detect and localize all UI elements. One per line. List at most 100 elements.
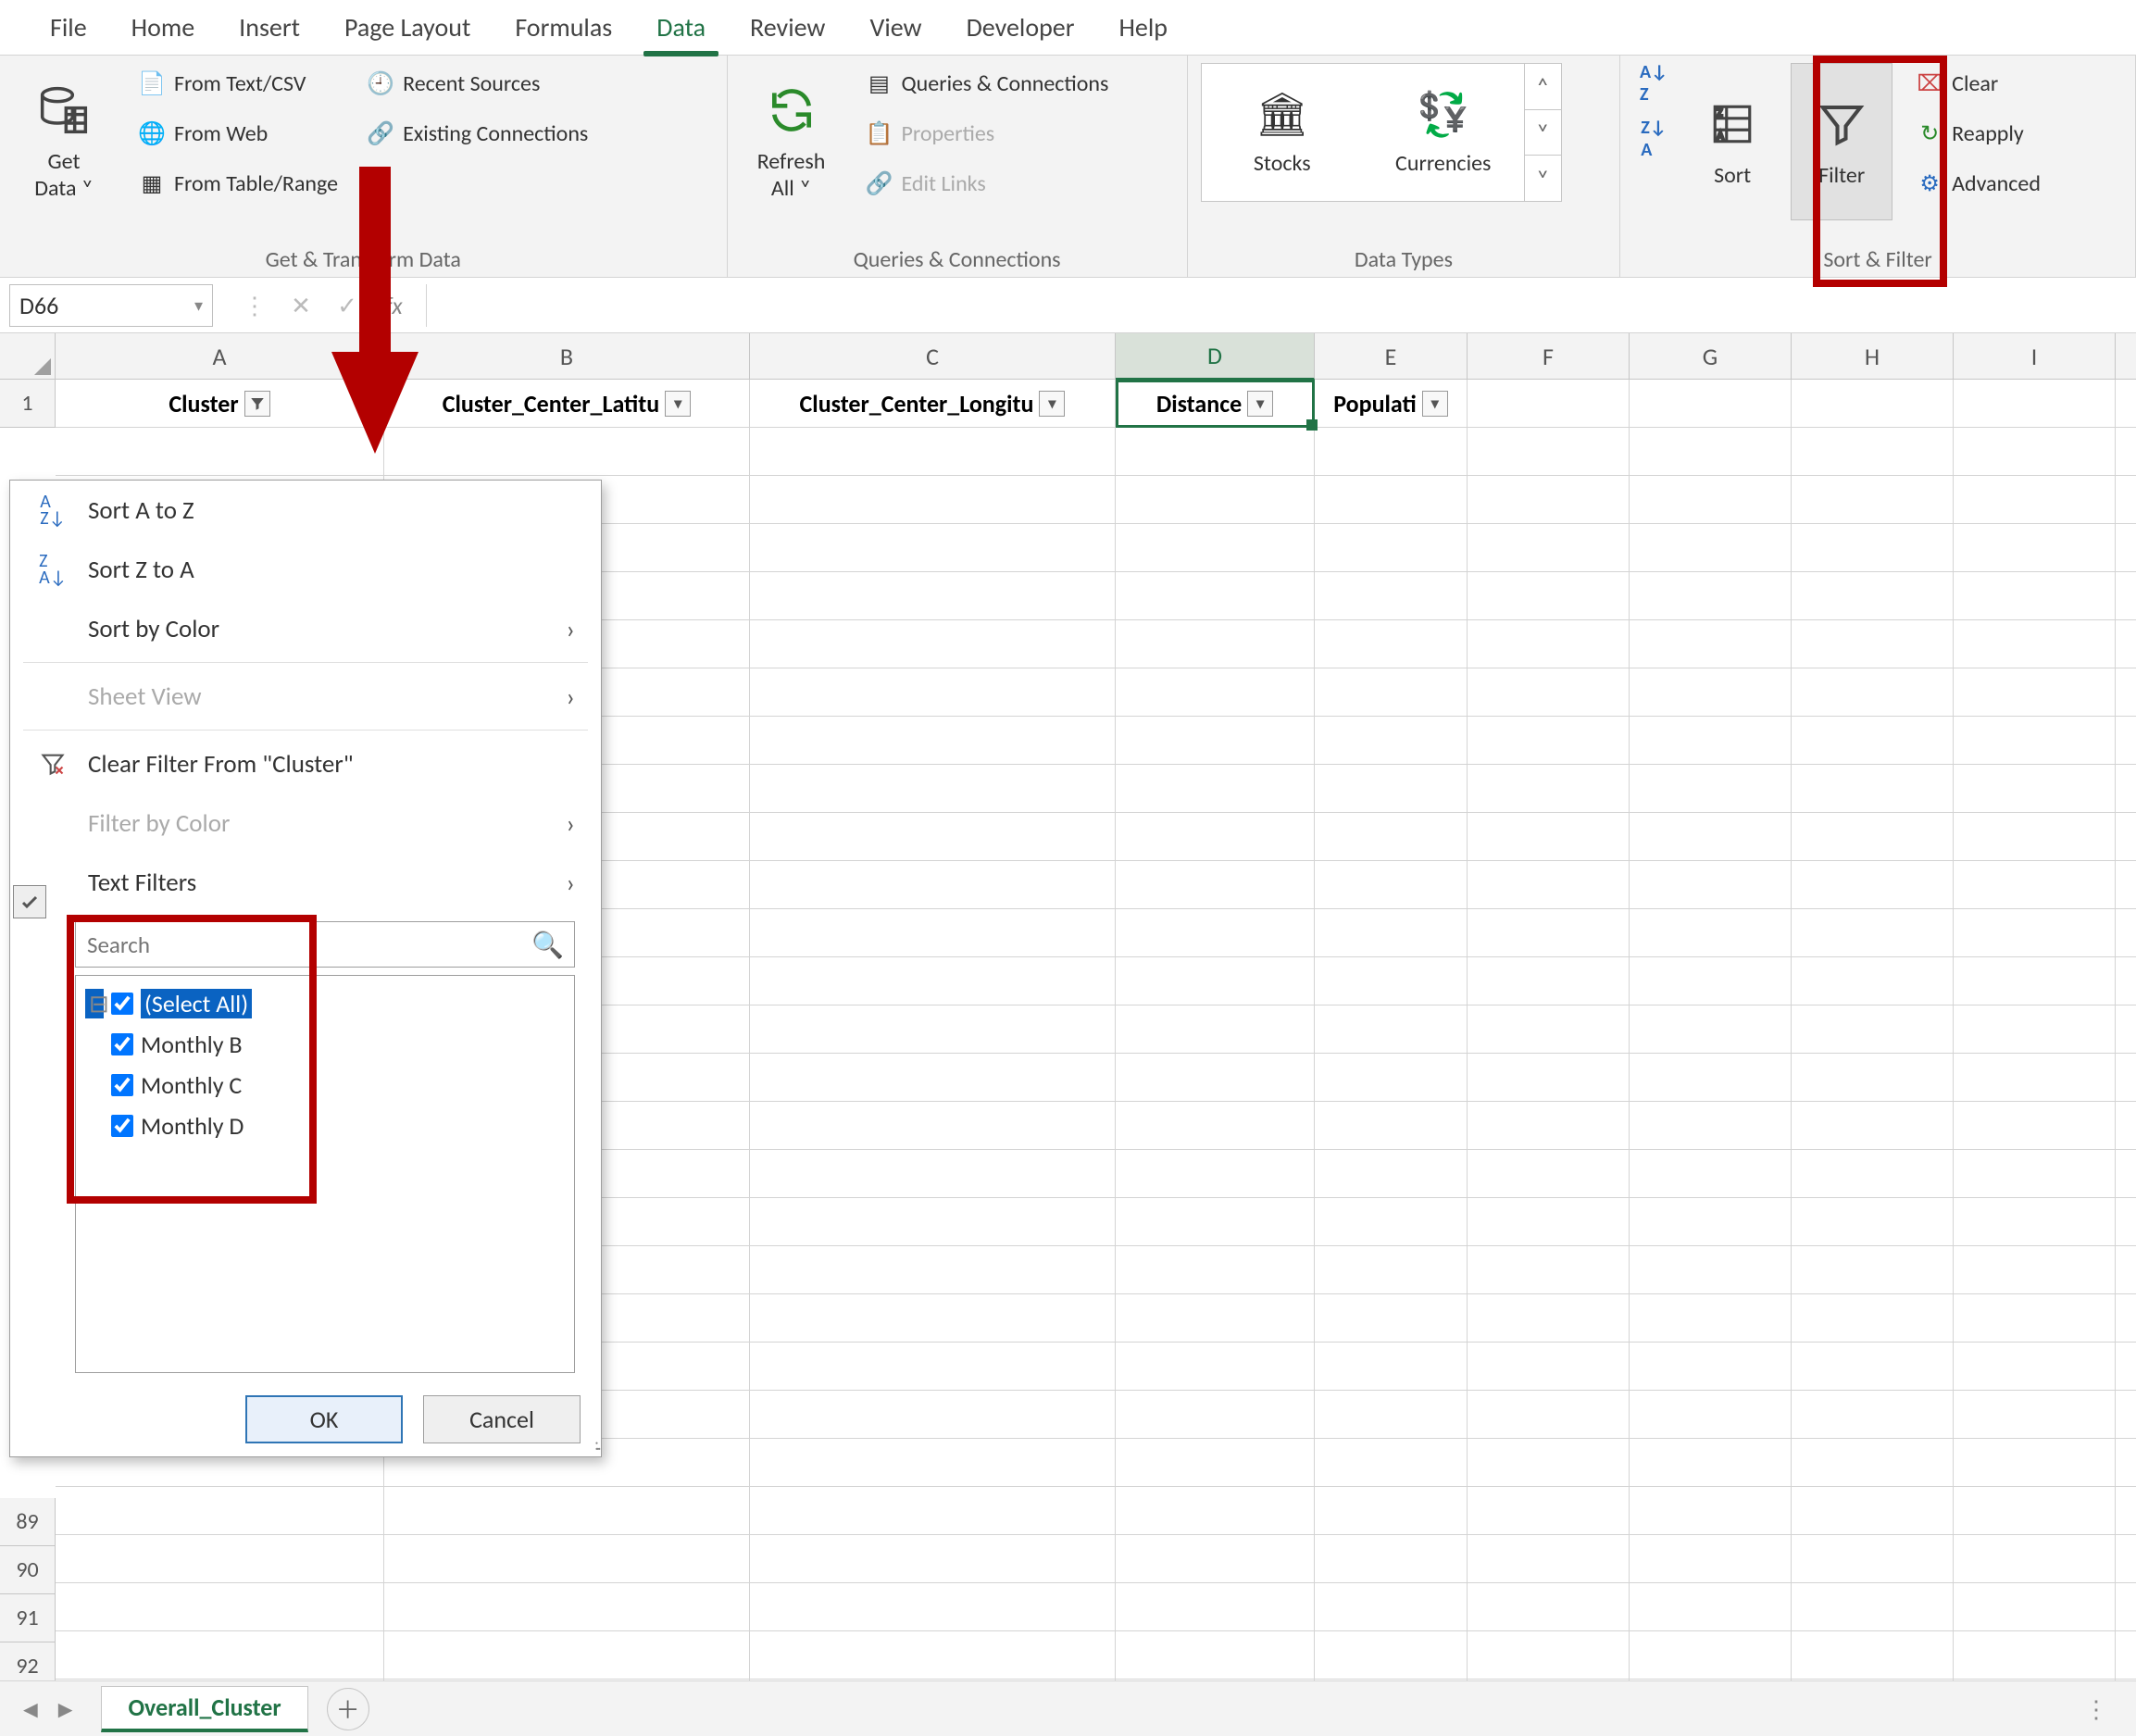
cell[interactable] [1630,909,1792,957]
tab-insert[interactable]: Insert [217,0,322,55]
tab-file[interactable]: File [28,0,109,55]
cell[interactable] [1792,1102,1954,1150]
gallery-scroll[interactable]: ˄ ˅ ˅ [1524,64,1561,201]
cell[interactable] [2116,957,2136,1005]
cell[interactable] [1116,1102,1315,1150]
cell[interactable] [1630,1198,1792,1246]
refresh-all-button[interactable]: RefreshAll ˅ [741,63,843,220]
cell[interactable] [750,957,1116,1005]
recent-sources-button[interactable]: 🕘Recent Sources [360,63,593,104]
cell[interactable] [1792,620,1954,668]
cell[interactable] [1315,957,1468,1005]
cell[interactable] [1116,476,1315,524]
cell[interactable] [1315,668,1468,717]
header-cell-population[interactable]: Populati ▾ [1315,380,1468,428]
cell[interactable] [2116,1439,2136,1487]
name-box[interactable]: D66 ▾ [9,284,213,327]
header-cell-lat[interactable]: Cluster_Center_Latitu ▾ [384,380,750,428]
cell[interactable] [750,813,1116,861]
filter-item-select-all[interactable]: ⊟ (Select All) [85,983,565,1024]
filter-search-input[interactable] [75,921,575,968]
cell[interactable] [1315,1583,1468,1631]
cell[interactable] [1792,1054,1954,1102]
cell[interactable] [1116,1294,1315,1343]
cell[interactable] [1315,909,1468,957]
cell[interactable] [1468,572,1630,620]
formula-input[interactable] [426,284,2136,327]
cell[interactable] [1116,1631,1315,1680]
cell[interactable] [750,1198,1116,1246]
cell[interactable] [1116,1391,1315,1439]
cell[interactable] [1792,813,1954,861]
cell[interactable] [1954,813,2116,861]
cell[interactable] [750,428,1116,476]
cell[interactable] [384,1583,750,1631]
cell[interactable] [1792,1198,1954,1246]
cell[interactable] [1315,524,1468,572]
cell[interactable] [1468,957,1630,1005]
cell[interactable] [1116,620,1315,668]
cell[interactable] [1468,1487,1630,1535]
cell[interactable] [1954,476,2116,524]
cell[interactable] [1630,524,1792,572]
cell[interactable] [2116,717,2136,765]
cell[interactable] [750,1150,1116,1198]
cell[interactable] [1954,1631,2116,1680]
cell[interactable] [1116,1535,1315,1583]
queries-connections-button[interactable]: ▤Queries & Connections [859,63,1115,104]
col-header-a[interactable]: A [56,333,384,380]
cell[interactable] [1630,717,1792,765]
cell[interactable] [1116,1246,1315,1294]
cell[interactable] [1315,620,1468,668]
cell[interactable] [1954,765,2116,813]
cell[interactable] [1468,620,1630,668]
menu-clear-filter[interactable]: Clear Filter From "Cluster" [10,734,601,793]
cell[interactable] [1954,572,2116,620]
cell[interactable] [750,1439,1116,1487]
cell[interactable] [2116,572,2136,620]
cell[interactable] [1630,620,1792,668]
row-header-90[interactable]: 90 [0,1546,56,1594]
cell[interactable] [1792,1294,1954,1343]
ok-button[interactable]: OK [245,1395,403,1443]
cell[interactable] [1116,572,1315,620]
filter-item-monthly-b[interactable]: Monthly B [85,1024,565,1065]
checkbox-monthly-d[interactable] [111,1115,133,1137]
cell[interactable] [1954,909,2116,957]
tab-formulas[interactable]: Formulas [493,0,634,55]
cell[interactable] [750,909,1116,957]
cell[interactable] [1954,428,2116,476]
cell[interactable] [750,668,1116,717]
cell[interactable] [2116,909,2136,957]
cell[interactable] [1954,861,2116,909]
cell[interactable] [1630,861,1792,909]
cell[interactable] [1468,861,1630,909]
cell[interactable] [1954,1150,2116,1198]
sheet-next-icon[interactable]: ► [54,1694,78,1724]
cell[interactable] [1792,1150,1954,1198]
cancel-icon[interactable]: ✕ [287,291,315,320]
cell[interactable] [750,1294,1116,1343]
cell[interactable] [56,1583,384,1631]
cell[interactable] [1468,1343,1630,1391]
cell[interactable] [1468,1102,1630,1150]
tab-view[interactable]: View [847,0,943,55]
cell[interactable] [1315,1294,1468,1343]
cancel-button[interactable]: Cancel [423,1395,581,1443]
cell[interactable] [1954,1391,2116,1439]
cell[interactable] [750,1631,1116,1680]
cell[interactable] [1954,717,2116,765]
cell[interactable] [750,1391,1116,1439]
cell[interactable] [1792,668,1954,717]
cell[interactable] [1630,1439,1792,1487]
cell[interactable] [1468,668,1630,717]
cell[interactable] [750,1487,1116,1535]
col-header-f[interactable]: F [1468,333,1630,380]
sort-za-button[interactable]: Z↓A [1633,119,1674,159]
col-header-d[interactable]: D [1116,333,1315,380]
cell[interactable] [1116,668,1315,717]
cell[interactable] [1116,1343,1315,1391]
cell[interactable] [1954,1583,2116,1631]
cell[interactable] [1116,861,1315,909]
cell[interactable] [1792,1343,1954,1391]
